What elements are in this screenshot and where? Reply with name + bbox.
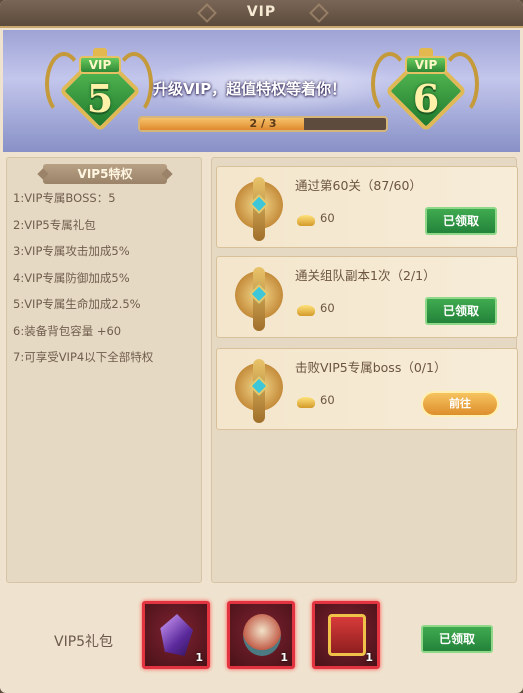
- task-card: 击败VIP5专属boss（0/1） 60 前往: [216, 348, 518, 430]
- gift-item-crystal[interactable]: 1: [142, 601, 210, 669]
- privilege-item: 3:VIP专属攻击加成5%: [13, 244, 130, 258]
- vip-banner: VIP 5 VIP 6 升级VIP，超值特权等着你！: [3, 30, 520, 152]
- item-count: 1: [195, 651, 203, 664]
- claimed-button[interactable]: 已领取: [425, 207, 497, 235]
- privilege-item: 2:VIP5专属礼包: [13, 217, 96, 232]
- privileges-header: VIP5特权: [43, 164, 167, 184]
- privilege-item: 7:可享受VIP4以下全部特权: [13, 350, 154, 364]
- current-vip-badge: VIP 5: [45, 40, 153, 140]
- claimed-button[interactable]: 已领取: [425, 297, 497, 325]
- gold-ingot-icon: [297, 397, 315, 408]
- gift-item-bag[interactable]: 1: [227, 601, 295, 669]
- task-card: 通关组队副本1次（2/1） 60 已领取: [216, 256, 518, 338]
- privileges-list: 1:VIP专属BOSS：5 2:VIP5专属礼包 3:VIP专属攻击加成5% 4…: [13, 190, 153, 376]
- gold-ingot-icon: [297, 215, 315, 226]
- sword-emblem-icon: [231, 265, 287, 333]
- gold-ingot-icon: [297, 305, 315, 316]
- task-card: 通过第60关（87/60） 60 已领取: [216, 166, 518, 248]
- next-vip-badge: VIP 6: [371, 40, 479, 140]
- privilege-item: 5:VIP专属生命加成2.5%: [13, 297, 141, 311]
- title-bar: VIP: [0, 0, 523, 28]
- current-vip-label: VIP: [79, 56, 121, 74]
- task-reward: 60: [320, 393, 335, 407]
- red-chest-icon: [328, 614, 366, 656]
- treasure-bag-icon: [243, 614, 281, 656]
- progress-label: 2 / 3: [249, 117, 277, 130]
- sword-emblem-icon: [231, 175, 287, 243]
- item-count: 1: [365, 651, 373, 664]
- next-vip-level: 6: [412, 76, 440, 121]
- next-vip-label: VIP: [405, 56, 447, 74]
- vip-window: VIP VIP 5 VIP 6 升级VIP，超值特权等着你！ 2 / 3 VIP…: [0, 0, 523, 693]
- go-button[interactable]: 前往: [421, 391, 499, 417]
- task-name: 通过第60关（87/60）: [295, 178, 422, 193]
- purple-crystal-icon: [160, 614, 193, 656]
- task-name: 击败VIP5专属boss（0/1）: [295, 360, 447, 375]
- task-reward: 60: [320, 211, 335, 225]
- tasks-panel: 通过第60关（87/60） 60 已领取 通关组队副本1次（2/1） 60 已领…: [211, 157, 518, 583]
- privilege-item: 1:VIP专属BOSS：5: [13, 191, 116, 205]
- gift-label: VIP5礼包: [54, 634, 114, 650]
- sword-emblem-icon: [231, 357, 287, 425]
- task-reward: 60: [320, 301, 335, 315]
- gift-item-chest[interactable]: 1: [312, 601, 380, 669]
- window-title: VIP: [246, 4, 277, 20]
- task-name: 通关组队副本1次（2/1）: [295, 268, 436, 283]
- gift-claimed-button[interactable]: 已领取: [421, 625, 493, 653]
- current-vip-level: 5: [86, 76, 114, 121]
- privileges-panel: VIP5特权 1:VIP专属BOSS：5 2:VIP5专属礼包 3:VIP专属攻…: [6, 157, 202, 583]
- vip-slogan: 升级VIP，超值特权等着你！: [153, 80, 347, 98]
- vip-progress-bar: 2 / 3: [138, 116, 388, 132]
- privilege-item: 6:装备背包容量 +60: [13, 323, 122, 338]
- privilege-item: 4:VIP专属防御加成5%: [13, 270, 130, 285]
- item-count: 1: [280, 651, 288, 664]
